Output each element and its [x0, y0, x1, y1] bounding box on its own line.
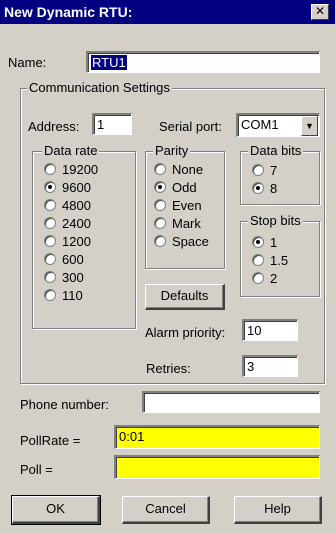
serial-port-label: Serial port: [159, 119, 222, 134]
radio-label: 300 [62, 269, 84, 285]
radio-label: 9600 [62, 179, 91, 195]
alarm-priority-value: 10 [247, 323, 262, 338]
data-rate-label: Data rate [42, 143, 100, 158]
name-value: RTU1 [91, 55, 127, 70]
pollrate-field[interactable]: 0:01 [114, 425, 320, 449]
defaults-button-label: Defaults [160, 288, 209, 303]
address-field[interactable]: 1 [92, 113, 132, 135]
radio-label: 110 [62, 287, 83, 303]
data-rate-option-600[interactable]: 600 [44, 250, 98, 268]
help-button-label: Help [264, 501, 291, 516]
data-bits-option-8[interactable]: 8 [252, 179, 277, 197]
radio-label: Odd [172, 179, 197, 195]
data-bits-label: Data bits [248, 143, 304, 158]
serial-port-value: COM1 [241, 117, 279, 132]
radio-icon [44, 289, 56, 301]
radio-label: 8 [270, 180, 278, 196]
retries-field[interactable]: 3 [242, 355, 298, 377]
name-field[interactable]: RTU1 [86, 51, 320, 73]
poll-field[interactable] [114, 455, 320, 479]
radio-selected-icon [252, 182, 264, 194]
pollrate-label: PollRate = [20, 433, 81, 448]
address-value: 1 [97, 117, 105, 132]
radio-icon [44, 217, 56, 229]
radio-label: None [172, 161, 204, 177]
radio-selected-icon [44, 181, 56, 193]
radio-label: 7 [270, 162, 278, 178]
parity-option-none[interactable]: None [154, 160, 209, 178]
retries-value: 3 [247, 359, 255, 374]
cancel-button-label: Cancel [145, 501, 186, 516]
radio-label: Space [172, 233, 209, 249]
ok-button-label: OK [46, 501, 65, 516]
communication-settings-label: Communication Settings [27, 80, 172, 95]
alarm-priority-field[interactable]: 10 [242, 319, 298, 341]
close-icon: ✕ [314, 4, 326, 18]
data-bits-options: 7 8 [252, 161, 277, 197]
stop-bits-option-2[interactable]: 2 [252, 269, 288, 287]
radio-icon [44, 163, 56, 175]
parity-options: None Odd Even Mark Space [154, 160, 209, 250]
radio-icon [252, 272, 264, 284]
parity-option-odd[interactable]: Odd [154, 178, 209, 196]
radio-icon [154, 217, 166, 229]
close-button[interactable]: ✕ [311, 4, 329, 20]
radio-label: 19200 [62, 161, 99, 177]
stop-bits-options: 1 1.5 2 [252, 233, 288, 287]
phone-number-label: Phone number: [20, 397, 109, 412]
stop-bits-option-1.5[interactable]: 1.5 [252, 251, 288, 269]
radio-icon [154, 163, 166, 175]
name-label: Name: [8, 55, 47, 70]
data-rate-option-2400[interactable]: 2400 [44, 214, 98, 232]
radio-selected-icon [154, 181, 166, 193]
retries-label: Retries: [146, 361, 191, 376]
alarm-priority-label: Alarm priority: [145, 325, 226, 340]
address-label: Address: [28, 119, 80, 134]
radio-label: 1200 [62, 233, 91, 249]
data-rate-option-9600[interactable]: 9600 [44, 178, 98, 196]
radio-icon [44, 199, 56, 211]
parity-option-even[interactable]: Even [154, 196, 209, 214]
data-rate-option-19200[interactable]: 19200 [44, 160, 98, 178]
data-bits-option-7[interactable]: 7 [252, 161, 277, 179]
radio-icon [44, 271, 56, 283]
radio-icon [154, 235, 166, 247]
help-button[interactable]: Help [234, 496, 322, 524]
radio-label: 1 [270, 234, 278, 250]
parity-option-space[interactable]: Space [154, 232, 209, 250]
data-rate-option-300[interactable]: 300 [44, 268, 98, 286]
data-rate-options: 19200 9600 4800 2400 1200 600 300 110 [44, 160, 98, 304]
phone-number-field[interactable] [142, 391, 320, 413]
radio-icon [252, 254, 264, 266]
radio-label: 2 [270, 270, 278, 286]
data-rate-option-1200[interactable]: 1200 [44, 232, 98, 250]
radio-label: 4800 [62, 197, 91, 213]
radio-icon [252, 164, 264, 176]
radio-selected-icon [252, 236, 264, 248]
serial-port-select[interactable]: COM1 ▼ [236, 113, 320, 137]
radio-label: 2400 [62, 215, 91, 231]
radio-label: 600 [62, 251, 84, 267]
data-rate-option-110[interactable]: 110 [44, 286, 98, 304]
cancel-button[interactable]: Cancel [122, 496, 210, 524]
radio-label: Even [172, 197, 202, 213]
title-bar: New Dynamic RTU: [0, 0, 335, 24]
chevron-down-icon[interactable]: ▼ [301, 116, 318, 136]
defaults-button[interactable]: Defaults [145, 284, 225, 310]
stop-bits-label: Stop bits [248, 213, 303, 228]
radio-label: Mark [172, 215, 201, 231]
radio-icon [154, 199, 166, 211]
data-rate-option-4800[interactable]: 4800 [44, 196, 98, 214]
stop-bits-option-1[interactable]: 1 [252, 233, 288, 251]
poll-label: Poll = [20, 462, 53, 477]
radio-icon [44, 235, 56, 247]
parity-option-mark[interactable]: Mark [154, 214, 209, 232]
window-title: New Dynamic RTU: [4, 4, 133, 20]
parity-label: Parity [153, 143, 191, 158]
radio-label: 1.5 [270, 252, 289, 268]
ok-button[interactable]: OK [11, 495, 101, 525]
radio-icon [44, 253, 56, 265]
pollrate-value: 0:01 [119, 429, 145, 444]
